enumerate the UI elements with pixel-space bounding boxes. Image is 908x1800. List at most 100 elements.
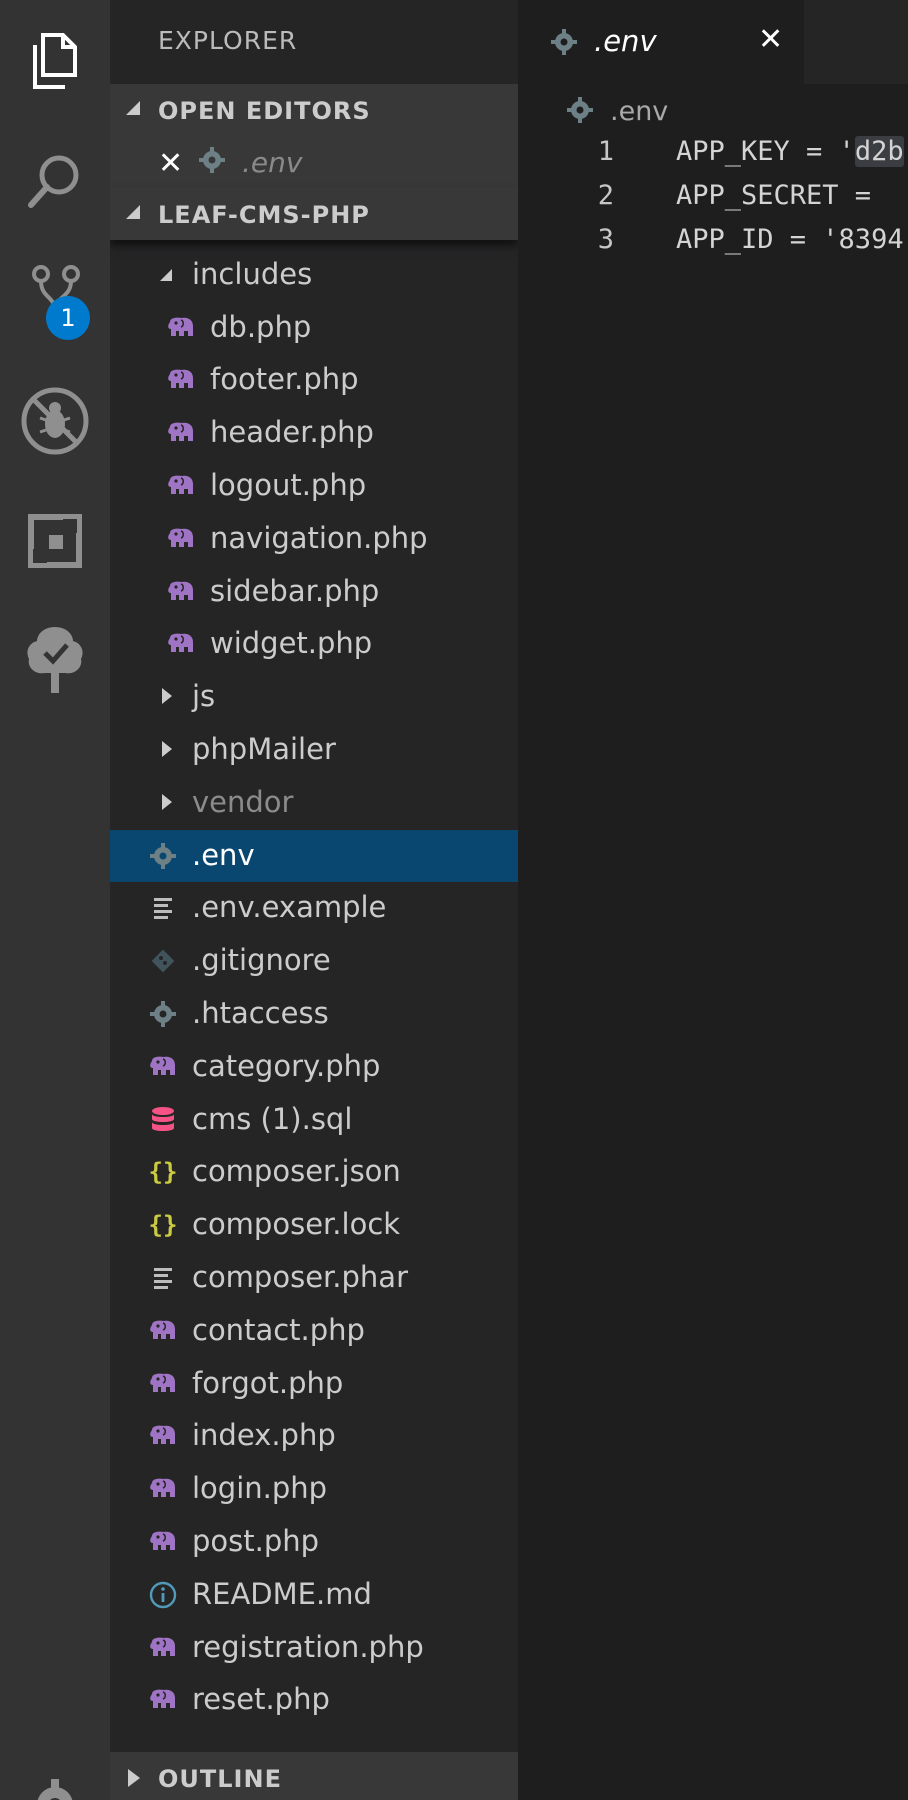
item-label: composer.lock <box>192 1207 401 1242</box>
file-item[interactable]: .gitignore <box>110 935 518 987</box>
item-label: reset.php <box>192 1682 330 1717</box>
file-item[interactable]: reset.php <box>110 1674 518 1726</box>
code-line[interactable]: 2 APP_SECRET = <box>518 180 908 224</box>
file-item[interactable]: forgot.php <box>110 1358 518 1410</box>
item-label: category.php <box>192 1048 381 1083</box>
tree-check-icon[interactable] <box>0 604 110 714</box>
highlighted-text: d2b <box>854 136 904 167</box>
item-label: registration.php <box>192 1629 424 1664</box>
close-icon[interactable]: ✕ <box>158 146 183 181</box>
file-item[interactable]: .env <box>110 829 518 882</box>
debug-icon[interactable] <box>0 366 110 476</box>
project-label: LEAF-CMS-PHP <box>158 201 370 229</box>
item-label: .gitignore <box>192 943 331 978</box>
file-item[interactable]: footer.php <box>110 354 518 406</box>
tab-label: .env <box>594 24 657 58</box>
vscode-window: 1 EXPLORER OPEN EDITORS ✕ .env LEAF-CMS-… <box>0 0 908 1800</box>
item-label: .env.example <box>192 890 387 925</box>
file-item[interactable]: category.php <box>110 1041 518 1093</box>
extensions-icon[interactable] <box>0 486 110 596</box>
close-icon[interactable]: ✕ <box>758 22 783 57</box>
open-editor-name: .env <box>242 146 303 179</box>
breadcrumb-label: .env <box>610 96 669 127</box>
files-icon[interactable] <box>0 6 110 116</box>
folder-item[interactable]: js <box>110 671 518 723</box>
code-line[interactable]: 3 APP_ID = '8394 <box>518 224 908 268</box>
git-icon <box>148 946 178 976</box>
item-label: includes <box>192 256 313 291</box>
item-label: phpMailer <box>192 732 336 766</box>
json-braces-icon: {} <box>148 1211 178 1240</box>
item-label: login.php <box>192 1471 328 1506</box>
item-label: vendor <box>192 784 294 819</box>
chevron-right-icon <box>128 1769 140 1787</box>
explorer-sidebar: EXPLORER OPEN EDITORS ✕ .env LEAF-CMS-PH… <box>110 0 518 1800</box>
elephant-icon <box>166 629 196 659</box>
item-label: index.php <box>192 1418 336 1453</box>
file-item[interactable]: registration.php <box>110 1622 518 1674</box>
chevron-down-icon <box>126 101 140 115</box>
elephant-icon <box>166 577 196 607</box>
tab-bar: .env ✕ <box>518 0 908 84</box>
activity-bar: 1 <box>0 0 110 1800</box>
file-item[interactable]: logout.php <box>110 460 518 512</box>
file-item[interactable]: README.md <box>110 1569 518 1621</box>
gear-icon <box>148 999 178 1029</box>
line-text: APP_SECRET = <box>676 180 872 211</box>
file-item[interactable]: .htaccess <box>110 988 518 1040</box>
outline-label: OUTLINE <box>158 1765 282 1793</box>
item-label: README.md <box>192 1576 372 1611</box>
explorer-title: EXPLORER <box>158 26 298 55</box>
item-label: header.php <box>210 415 374 450</box>
gear-icon <box>550 28 578 60</box>
code-line[interactable]: 1 APP_KEY = 'd2b <box>518 136 908 180</box>
gear-icon[interactable] <box>0 1750 110 1800</box>
chevron-down-icon <box>160 268 172 281</box>
file-item[interactable]: composer.phar <box>110 1252 518 1304</box>
open-editors-label: OPEN EDITORS <box>158 97 371 125</box>
open-editor-item[interactable]: ✕ .env <box>110 136 518 188</box>
file-item[interactable]: .env.example <box>110 882 518 934</box>
chevron-right-icon <box>162 688 172 705</box>
project-header[interactable]: LEAF-CMS-PHP <box>110 188 518 240</box>
search-icon[interactable] <box>0 126 110 236</box>
open-editors-header[interactable]: OPEN EDITORS <box>110 84 518 136</box>
outline-header[interactable]: OUTLINE <box>110 1752 518 1800</box>
elephant-icon <box>166 524 196 554</box>
file-item[interactable]: header.php <box>110 407 518 459</box>
file-item[interactable]: navigation.php <box>110 513 518 565</box>
file-item[interactable]: cms (1).sql <box>110 1094 518 1146</box>
elephant-icon <box>148 1369 178 1399</box>
gear-icon <box>198 146 226 178</box>
gear-icon <box>566 96 594 128</box>
info-icon <box>148 1580 178 1610</box>
tab-env[interactable]: .env ✕ <box>518 0 804 84</box>
chevron-right-icon <box>162 793 172 810</box>
item-label: sidebar.php <box>210 573 380 608</box>
source-control-badge: 1 <box>46 296 90 340</box>
item-label: widget.php <box>210 626 373 661</box>
text-file-icon <box>148 1263 178 1293</box>
editor-area: .env ✕ .env 1 APP_KEY = 'd2b 2 APP_SECRET =… <box>518 0 908 1800</box>
folder-item[interactable]: vendor <box>110 777 518 829</box>
file-item[interactable]: login.php <box>110 1463 518 1515</box>
file-item[interactable]: {} composer.lock <box>110 1199 518 1251</box>
elephant-icon <box>166 418 196 448</box>
file-item[interactable]: db.php <box>110 302 518 354</box>
gear-icon <box>148 841 178 871</box>
file-item[interactable]: {} composer.json <box>110 1146 518 1198</box>
elephant-icon <box>148 1527 178 1557</box>
file-item[interactable]: sidebar.php <box>110 566 518 618</box>
elephant-icon <box>148 1316 178 1346</box>
line-number: 3 <box>597 224 614 255</box>
folder-item[interactable]: phpMailer <box>110 724 518 776</box>
file-item[interactable]: widget.php <box>110 618 518 670</box>
item-label: footer.php <box>210 362 359 397</box>
line-text: APP_KEY = 'd2b <box>676 136 904 167</box>
item-label: contact.php <box>192 1312 365 1347</box>
folder-item[interactable]: includes <box>110 249 518 301</box>
file-item[interactable]: contact.php <box>110 1305 518 1357</box>
elephant-icon <box>166 471 196 501</box>
file-item[interactable]: index.php <box>110 1410 518 1462</box>
file-item[interactable]: post.php <box>110 1516 518 1568</box>
